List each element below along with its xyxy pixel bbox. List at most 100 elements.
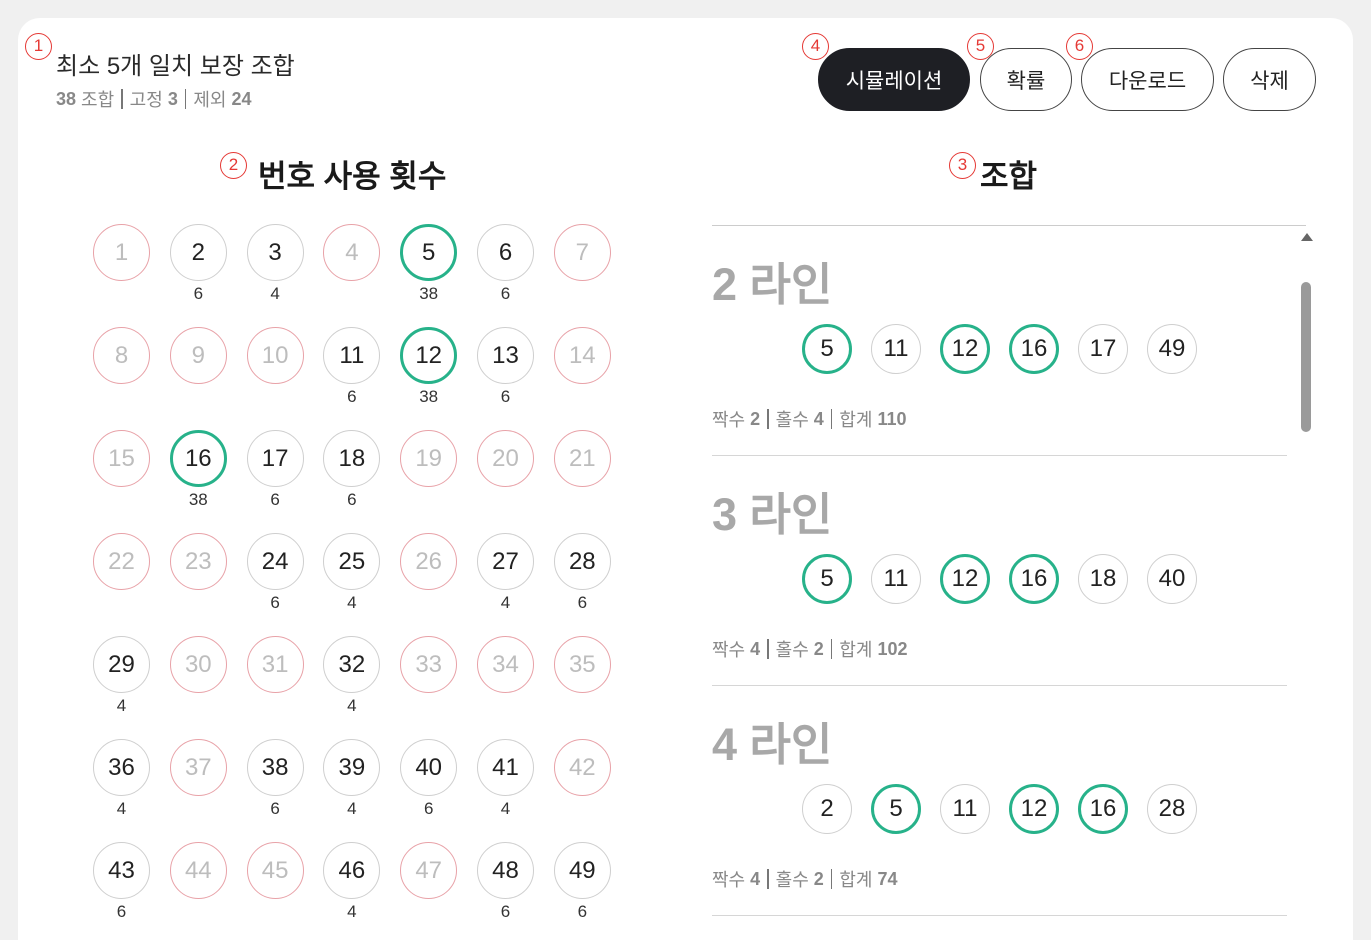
number-ball[interactable]: 49 (553, 842, 611, 899)
scroll-up-arrow-icon[interactable] (1301, 233, 1313, 241)
divider (830, 639, 833, 659)
number-ball[interactable]: 32 (323, 636, 381, 693)
stat-label: 짝수 (712, 410, 746, 430)
number-ball[interactable]: 44 (169, 842, 227, 899)
number-ball[interactable]: 33 (400, 636, 458, 693)
combination-ball: 16 (1009, 554, 1059, 604)
number-ball[interactable]: 37 (169, 739, 227, 796)
number-ball[interactable]: 16 (169, 430, 227, 487)
combination-ball: 11 (871, 554, 921, 604)
combination-ball: 12 (1009, 784, 1059, 834)
number-ball[interactable]: 15 (93, 430, 150, 487)
usage-count: 6 (270, 799, 280, 818)
number-ball[interactable]: 25 (323, 533, 381, 590)
usage-count: 6 (577, 902, 588, 921)
number-ball[interactable]: 17 (246, 430, 304, 487)
divider (767, 409, 769, 429)
number-ball[interactable]: 46 (323, 842, 381, 899)
number-ball[interactable]: 22 (93, 533, 150, 590)
fixed-label: 고정 (129, 90, 163, 110)
divider (830, 409, 833, 429)
number-ball[interactable]: 12 (400, 327, 458, 384)
line-title: 2 라인 (712, 259, 833, 310)
combination-ball: 5 (802, 554, 852, 604)
number-ball[interactable]: 23 (169, 533, 227, 590)
number-ball[interactable]: 39 (323, 739, 381, 796)
simulation-button[interactable]: 시뮬레이션 (818, 48, 970, 111)
usage-count: 6 (116, 902, 127, 921)
number-ball[interactable]: 26 (400, 533, 458, 590)
number-ball[interactable]: 21 (553, 430, 611, 487)
stat-value: 4 (750, 638, 761, 659)
number-ball[interactable]: 47 (400, 842, 458, 899)
number-ball[interactable]: 6 (477, 224, 534, 281)
number-ball[interactable]: 1 (93, 224, 150, 281)
number-ball[interactable]: 7 (553, 224, 611, 281)
usage-count: 38 (419, 284, 439, 303)
number-ball[interactable]: 27 (477, 533, 534, 590)
stat-value: 4 (813, 408, 824, 429)
number-ball[interactable]: 14 (553, 327, 611, 384)
combination-ball: 11 (940, 784, 990, 834)
scrollbar-thumb[interactable] (1301, 282, 1311, 432)
usage-count: 4 (500, 593, 511, 612)
combination-ball: 5 (871, 784, 921, 834)
number-ball[interactable]: 4 (323, 224, 381, 281)
number-ball[interactable]: 42 (553, 739, 611, 796)
usage-count: 6 (500, 284, 511, 303)
number-ball[interactable]: 18 (323, 430, 381, 487)
number-ball[interactable]: 40 (400, 739, 458, 796)
number-ball[interactable]: 8 (93, 327, 150, 384)
number-ball[interactable]: 5 (400, 224, 458, 281)
number-ball[interactable]: 48 (477, 842, 534, 899)
number-ball[interactable]: 35 (553, 636, 611, 693)
number-ball[interactable]: 9 (169, 327, 227, 384)
number-ball[interactable]: 20 (477, 430, 534, 487)
number-ball[interactable]: 10 (246, 327, 304, 384)
fixed-count: 3 (167, 88, 178, 109)
stat-value: 74 (877, 868, 898, 889)
number-ball[interactable]: 38 (246, 739, 304, 796)
summary-meta: 38 조합 고정 3 제외 24 (56, 86, 252, 112)
usage-count: 6 (500, 902, 511, 921)
line-stats: 짝수 4 홀수 2 합계 102 (712, 636, 908, 662)
usage-count: 38 (419, 387, 439, 406)
usage-count: 6 (347, 387, 357, 406)
download-button[interactable]: 다운로드 (1081, 48, 1214, 111)
number-ball[interactable]: 30 (169, 636, 227, 693)
number-ball[interactable]: 19 (400, 430, 458, 487)
usage-title: 번호 사용 횟수 (258, 159, 447, 194)
stat-label: 홀수 (775, 870, 809, 890)
number-ball[interactable]: 31 (246, 636, 304, 693)
number-ball[interactable]: 43 (93, 842, 150, 899)
delete-button[interactable]: 삭제 (1223, 48, 1316, 111)
number-ball[interactable]: 13 (477, 327, 534, 384)
stat-label: 합계 (839, 640, 873, 660)
marker-6: 6 (1066, 33, 1093, 60)
number-ball[interactable]: 45 (246, 842, 304, 899)
usage-count: 4 (270, 284, 280, 303)
combination-line: 2 라인 5 11 12 16 17 49 짝수 2 홀수 4 합계 110 (712, 226, 1287, 456)
combination-ball: 49 (1147, 324, 1197, 374)
number-ball[interactable]: 36 (93, 739, 150, 796)
stat-label: 짝수 (712, 640, 746, 660)
number-ball[interactable]: 24 (246, 533, 304, 590)
number-ball[interactable]: 2 (169, 224, 227, 281)
usage-count: 6 (270, 490, 280, 509)
number-ball[interactable]: 34 (477, 636, 534, 693)
number-ball[interactable]: 3 (246, 224, 304, 281)
number-ball[interactable]: 28 (553, 533, 611, 590)
number-ball[interactable]: 29 (93, 636, 150, 693)
number-ball[interactable]: 41 (477, 739, 534, 796)
usage-count: 4 (116, 696, 127, 715)
combinations-list[interactable]: 2 라인 5 11 12 16 17 49 짝수 2 홀수 4 합계 110 3 라인 5 11 12 16… (712, 225, 1306, 940)
stat-label: 합계 (839, 870, 873, 890)
combination-ball: 18 (1078, 554, 1128, 604)
line-stats: 짝수 2 홀수 4 합계 110 (712, 406, 907, 432)
number-ball[interactable]: 11 (323, 327, 381, 384)
divider (767, 639, 769, 659)
probability-button[interactable]: 확률 (980, 48, 1072, 111)
stat-value: 2 (813, 638, 824, 659)
marker-1: 1 (25, 33, 52, 60)
line-stats: 짝수 4 홀수 2 합계 74 (712, 866, 897, 892)
